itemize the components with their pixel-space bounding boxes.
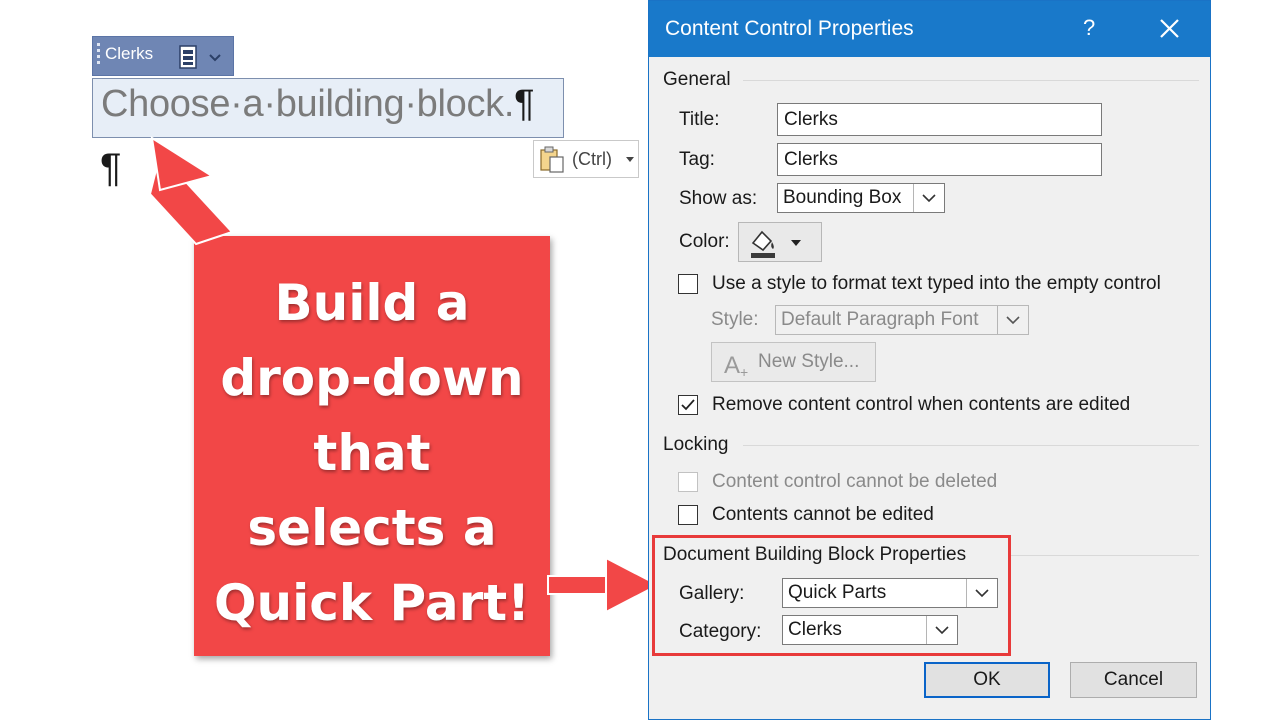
title-field[interactable]: Clerks <box>777 103 1102 136</box>
paste-ctrl-label: (Ctrl) <box>572 149 612 169</box>
arrow-up-left-icon <box>148 135 234 246</box>
drag-grip-icon[interactable] <box>97 43 100 65</box>
clipboard-icon <box>540 146 564 173</box>
style-label: Style: <box>711 309 759 330</box>
show-as-label: Show as: <box>679 188 758 209</box>
placeholder-text: Choose·a·building·block.¶ <box>101 83 535 125</box>
use-style-label: Use a style to format text typed into th… <box>712 273 1161 294</box>
callout-line: Build a <box>274 274 470 332</box>
cancel-button[interactable]: Cancel <box>1070 662 1197 698</box>
remove-cc-label: Remove content control when contents are… <box>712 394 1131 415</box>
style-select[interactable]: Default Paragraph Font <box>775 305 1029 335</box>
svg-text:+: + <box>740 364 748 380</box>
tag-field[interactable]: Clerks <box>777 143 1102 176</box>
show-as-select[interactable]: Bounding Box <box>777 183 945 213</box>
help-button[interactable]: ? <box>1083 15 1095 41</box>
dialog-title-bar[interactable]: Content Control Properties ? <box>649 1 1210 57</box>
close-icon[interactable] <box>1154 15 1184 43</box>
new-style-button[interactable]: A + New Style... <box>711 342 876 382</box>
dialog-title: Content Control Properties <box>665 17 914 40</box>
chevron-down-icon[interactable] <box>207 49 223 65</box>
color-picker-button[interactable] <box>738 222 822 262</box>
paste-options-button[interactable]: (Ctrl) <box>533 140 639 178</box>
general-heading: General <box>663 69 731 90</box>
ok-button[interactable]: OK <box>924 662 1050 698</box>
cannot-edit-label: Contents cannot be edited <box>712 504 934 525</box>
use-style-checkbox[interactable] <box>678 274 698 294</box>
checkmark-icon <box>681 399 695 411</box>
section-divider <box>1011 555 1199 556</box>
section-divider <box>743 445 1199 446</box>
paragraph-mark: ¶ <box>100 146 122 190</box>
style-value: Default Paragraph Font <box>781 309 979 330</box>
title-label: Title: <box>679 109 720 130</box>
content-control-box[interactable]: Choose·a·building·block.¶ <box>92 78 564 138</box>
highlight-box <box>652 535 1011 656</box>
dropdown-button[interactable] <box>997 306 1028 334</box>
locking-heading: Locking <box>663 434 729 455</box>
paint-bucket-icon <box>751 230 801 258</box>
section-divider <box>743 80 1199 81</box>
callout-line: that <box>313 424 431 482</box>
tag-label: Tag: <box>679 149 715 170</box>
new-style-icon: A + <box>724 352 748 380</box>
building-block-icon <box>179 45 197 69</box>
dropdown-button[interactable] <box>913 184 944 212</box>
cannot-edit-checkbox[interactable] <box>678 505 698 525</box>
callout-line: Quick Part! <box>214 574 530 632</box>
callout-text: Build a drop-down that selects a Quick P… <box>194 266 550 641</box>
svg-text:A: A <box>724 352 740 379</box>
show-as-value: Bounding Box <box>783 187 902 208</box>
callout-box: Build a drop-down that selects a Quick P… <box>194 236 550 656</box>
arrow-right-icon <box>547 556 661 614</box>
new-style-label: New Style... <box>758 351 860 372</box>
remove-cc-checkbox[interactable] <box>678 395 698 415</box>
color-label: Color: <box>679 231 730 252</box>
callout-line: selects a <box>247 499 497 557</box>
callout-line: drop-down <box>220 349 524 407</box>
content-control-tag[interactable]: Clerks <box>92 36 234 76</box>
content-control-properties-dialog: Content Control Properties ? General Tit… <box>648 0 1211 720</box>
cannot-delete-label: Content control cannot be deleted <box>712 471 998 492</box>
cannot-delete-checkbox[interactable] <box>678 472 698 492</box>
caret-down-icon <box>626 157 634 162</box>
content-control-tag-title: Clerks <box>105 44 154 63</box>
pilcrow-mark: ¶ <box>514 83 535 125</box>
chevron-down-icon <box>922 194 936 203</box>
chevron-down-icon <box>1006 316 1020 325</box>
